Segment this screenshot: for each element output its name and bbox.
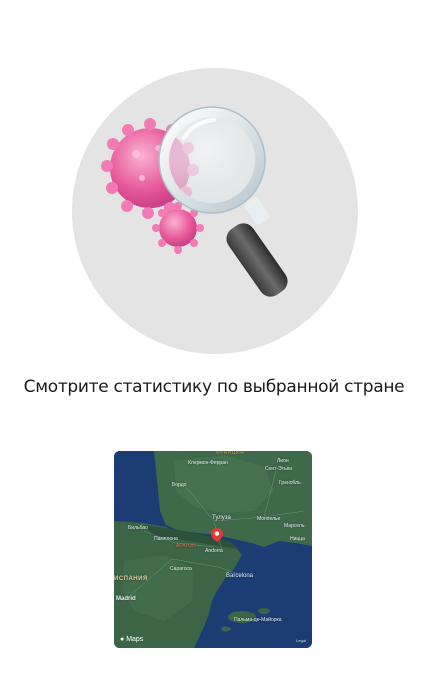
map-label-nice: Ницца: [290, 536, 305, 542]
maps-brand-label: Maps: [126, 636, 144, 643]
map-label-clermont: Клермон-Ферран: [188, 460, 228, 466]
apple-logo-icon: ●: [120, 636, 125, 643]
maps-brand: ● Maps: [120, 636, 143, 643]
map-label-france: ФРАНЦИЯ: [216, 451, 245, 456]
magnifier-handle: [226, 197, 288, 297]
hero-illustration: [72, 68, 358, 354]
map-label-toulouse: Тулуза: [212, 515, 231, 521]
map-label-barcelona: Barcelona: [226, 573, 254, 579]
map-label-grenoble: Гренобль: [279, 480, 301, 486]
map-label-madrid: Madrid: [116, 596, 136, 602]
map-preview[interactable]: ФРАНЦИЯ Клермон-Ферран Лион Сент-Этьен Б…: [114, 451, 312, 648]
magnifier-virus-icon: [101, 106, 288, 297]
map-label-andorra: Andorra: [205, 548, 223, 554]
feature-caption: Смотрите статистику по выбранной стране: [23, 377, 405, 397]
map-label-spain: ИСПАНИЯ: [114, 576, 148, 582]
map-label-saint-etienne: Сент-Этьен: [265, 466, 293, 472]
map-label-aragon: АРАГОН: [176, 543, 196, 549]
map-label-montpellier: Монпелье: [257, 516, 281, 522]
location-pin-icon[interactable]: [211, 528, 223, 542]
map-label-lyon: Лион: [277, 458, 289, 464]
map-label-palma: Пальма-де-Майорка: [234, 617, 282, 623]
magnifier-lens: [158, 106, 266, 214]
map-label-bilbao: Бильбао: [128, 525, 148, 531]
map-label-zaragoza: Сарагоса: [170, 566, 192, 572]
map-label-bordeaux: Бордо: [172, 482, 187, 488]
map-label-marseille: Марсель: [284, 523, 305, 529]
legal-link[interactable]: Legal: [296, 638, 306, 643]
map-label-pamplona: Памплона: [154, 536, 178, 542]
